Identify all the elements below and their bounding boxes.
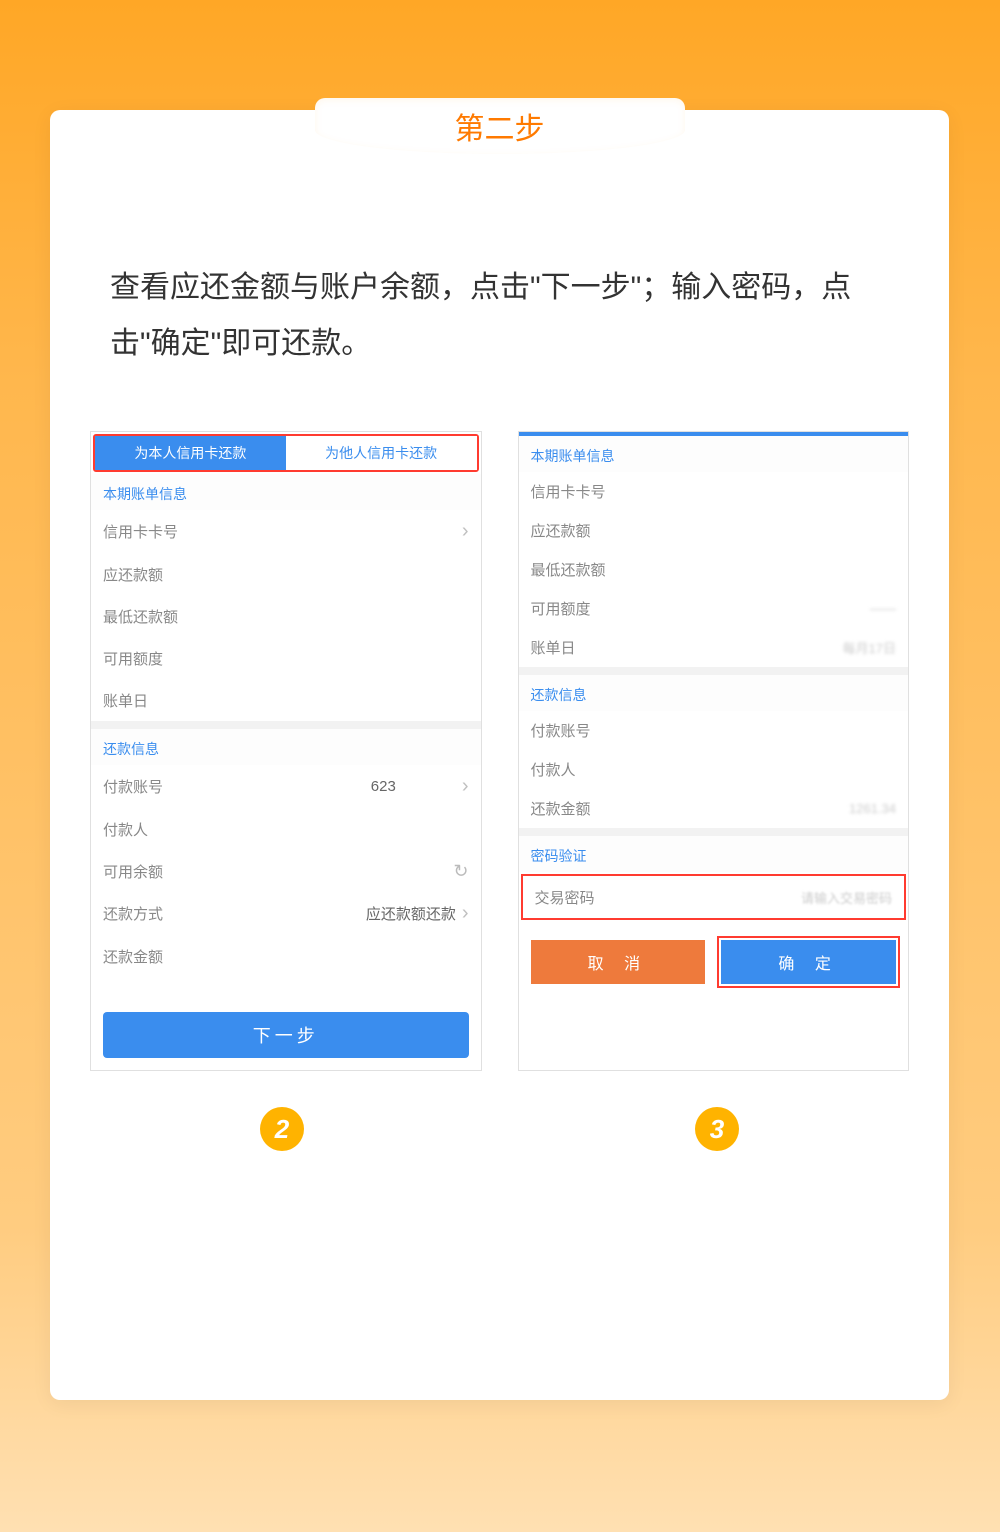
label-credit-limit: 可用额度 — [531, 598, 591, 619]
row-payer: 付款人 — [91, 808, 481, 850]
step-title: 第二步 — [455, 104, 545, 148]
chevron-right-icon: › — [462, 520, 469, 543]
confirm-buttons-row: 取 消 确 定 — [519, 928, 909, 996]
value-repay-method: 应还款额还款 — [366, 903, 456, 924]
label-min-due: 最低还款额 — [103, 606, 178, 627]
section-bill-info: 本期账单信息 — [91, 474, 481, 510]
instruction-text: 查看应还金额与账户余额，点击"下一步"；输入密码，点击"确定"即可还款。 — [110, 260, 889, 371]
row-payer: 付款人 — [519, 750, 909, 789]
label-due-amount: 应还款额 — [531, 520, 591, 541]
screenshots-row: 为本人信用卡还款 为他人信用卡还款 本期账单信息 信用卡卡号 › 应还款额 最低… — [90, 431, 909, 1071]
divider — [91, 721, 481, 729]
divider — [519, 828, 909, 836]
label-pay-account: 付款账号 — [103, 776, 163, 797]
label-repay-amount: 还款金额 — [103, 946, 163, 967]
row-min-due: 最低还款额 — [91, 595, 481, 637]
row-repay-amount: 还款金额 — [91, 935, 481, 977]
divider — [519, 667, 909, 675]
phone-screenshot-3: 本期账单信息 信用卡卡号 应还款额 最低还款额 可用额度 —— 账单日 每月17… — [518, 431, 910, 1071]
value-repay-amount: 1261.34 — [849, 801, 896, 816]
tab-other-card[interactable]: 为他人信用卡还款 — [286, 436, 477, 470]
label-transaction-password: 交易密码 — [535, 887, 595, 908]
step-title-tab: 第二步 — [315, 98, 685, 154]
section-repay-info: 还款信息 — [519, 675, 909, 711]
label-pay-account: 付款账号 — [531, 720, 591, 741]
value-repay-amount — [423, 946, 468, 967]
value-card-number — [366, 521, 456, 542]
value-bill-date: 每月17日 — [843, 638, 896, 657]
row-repay-method[interactable]: 还款方式 应还款额还款 › — [91, 892, 481, 935]
value-pay-account-masked — [396, 776, 456, 797]
value-pay-account: 623 — [371, 778, 396, 795]
row-card-number[interactable]: 信用卡卡号 › — [91, 510, 481, 553]
tab-self-card[interactable]: 为本人信用卡还款 — [95, 436, 286, 470]
label-bill-date: 账单日 — [531, 637, 576, 658]
chevron-right-icon: › — [462, 902, 469, 925]
label-card-number: 信用卡卡号 — [531, 481, 606, 502]
row-pay-account: 付款账号 — [519, 711, 909, 750]
label-card-number: 信用卡卡号 — [103, 521, 178, 542]
chevron-right-icon: › — [462, 775, 469, 798]
confirm-highlight-box: 确 定 — [717, 936, 900, 988]
badge-3: 3 — [695, 1107, 739, 1151]
label-repay-amount: 还款金额 — [531, 798, 591, 819]
instruction-card: 第二步 查看应还金额与账户余额，点击"下一步"；输入密码，点击"确定"即可还款。… — [50, 110, 949, 1400]
cancel-button[interactable]: 取 消 — [531, 940, 706, 984]
row-repay-amount: 还款金额 1261.34 — [519, 789, 909, 828]
label-bill-date: 账单日 — [103, 690, 148, 711]
row-available-balance[interactable]: 可用余额 ↻ — [91, 850, 481, 892]
row-card-number: 信用卡卡号 — [519, 472, 909, 511]
phone-screenshot-2: 为本人信用卡还款 为他人信用卡还款 本期账单信息 信用卡卡号 › 应还款额 最低… — [90, 431, 482, 1071]
label-repay-method: 还款方式 — [103, 903, 163, 924]
bottom-bar: 下一步 — [91, 1000, 481, 1070]
repay-tabs-highlighted: 为本人信用卡还款 为他人信用卡还款 — [93, 434, 479, 472]
row-transaction-password[interactable]: 交易密码 请输入交易密码 — [523, 876, 905, 918]
row-credit-limit: 可用额度 — [91, 637, 481, 679]
value-credit-limit: —— — [870, 601, 896, 616]
password-placeholder: 请输入交易密码 — [801, 888, 892, 907]
section-repay-info: 还款信息 — [91, 729, 481, 765]
row-min-due: 最低还款额 — [519, 550, 909, 589]
row-bill-date: 账单日 — [91, 679, 481, 721]
next-button[interactable]: 下一步 — [103, 1012, 469, 1058]
label-credit-limit: 可用额度 — [103, 648, 163, 669]
row-pay-account[interactable]: 付款账号 623 › — [91, 765, 481, 808]
label-due-amount: 应还款额 — [103, 564, 163, 585]
label-payer: 付款人 — [531, 759, 576, 780]
label-payer: 付款人 — [103, 819, 148, 840]
confirm-button[interactable]: 确 定 — [721, 940, 896, 984]
row-due-amount: 应还款额 — [519, 511, 909, 550]
step-badges-row: 2 3 — [90, 1107, 909, 1151]
section-bill-info: 本期账单信息 — [519, 436, 909, 472]
badge-2: 2 — [260, 1107, 304, 1151]
value-payer — [438, 819, 468, 840]
refresh-icon[interactable]: ↻ — [453, 861, 468, 882]
row-bill-date: 账单日 每月17日 — [519, 628, 909, 667]
label-available-balance: 可用余额 — [103, 861, 163, 882]
row-due-amount: 应还款额 — [91, 553, 481, 595]
row-credit-limit: 可用额度 —— — [519, 589, 909, 628]
section-password: 密码验证 — [519, 836, 909, 872]
label-min-due: 最低还款额 — [531, 559, 606, 580]
password-highlight-box: 交易密码 请输入交易密码 — [521, 874, 907, 920]
